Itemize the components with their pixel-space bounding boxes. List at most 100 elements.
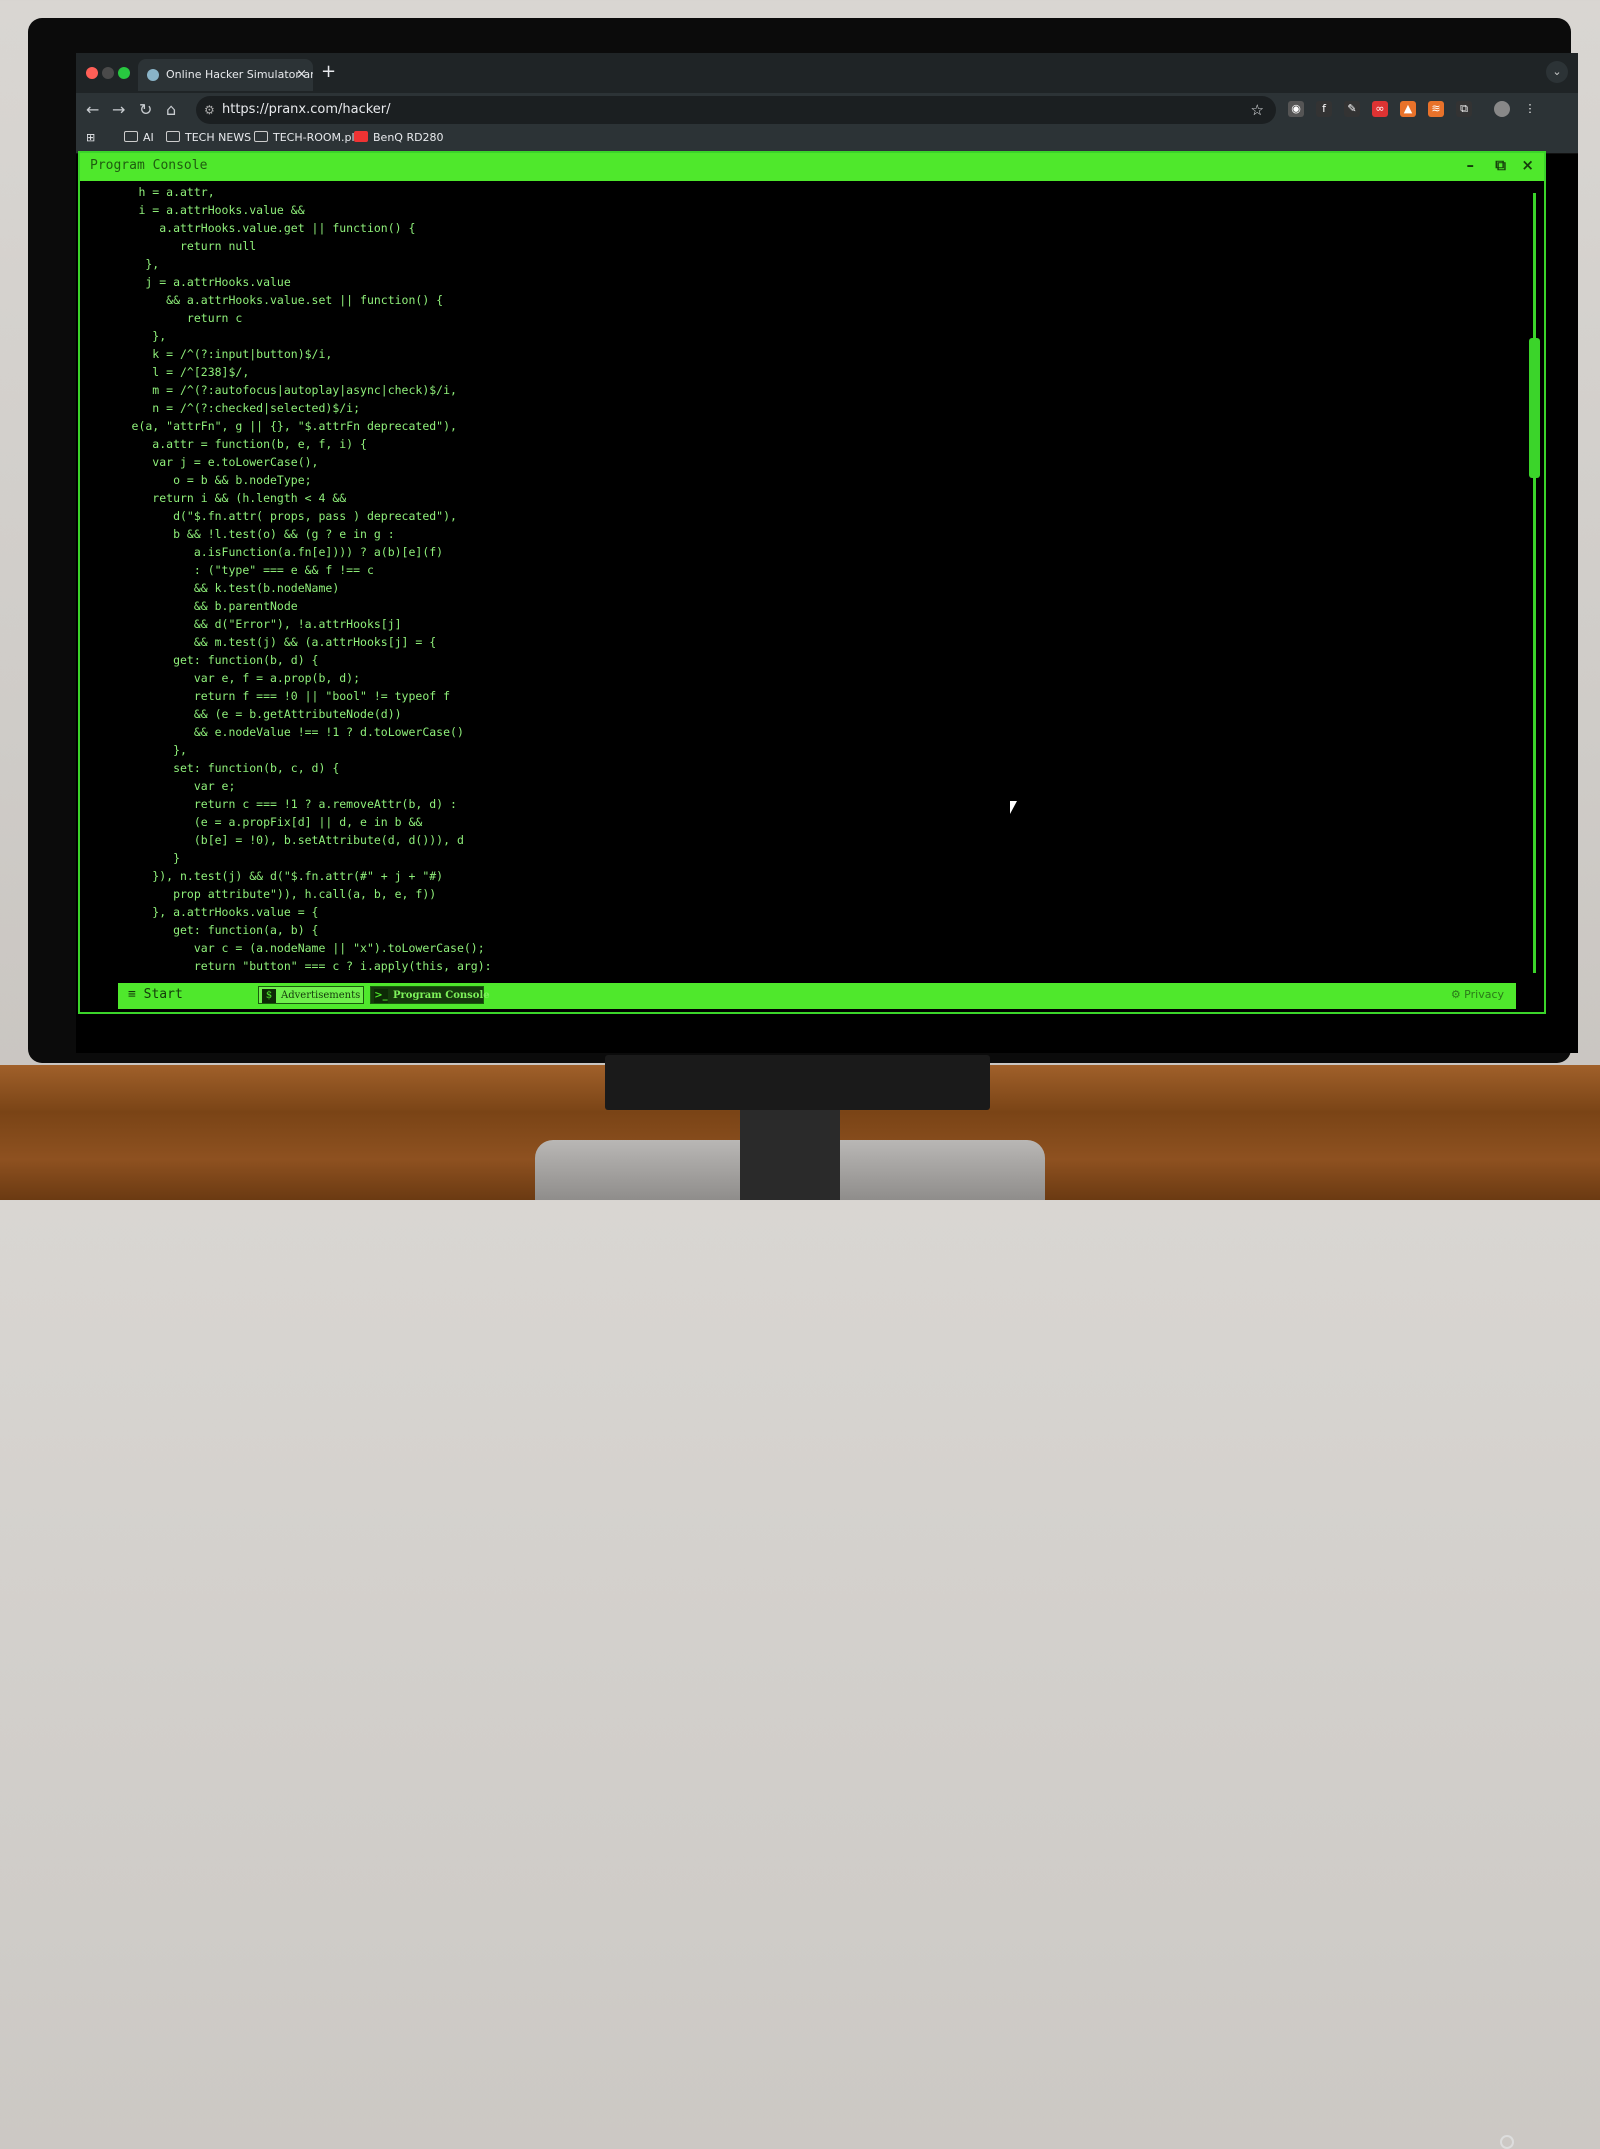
- tab-close-icon[interactable]: ×: [296, 59, 307, 91]
- task-label: Advertisements: [281, 990, 361, 1001]
- code-line: m = /^(?:autofocus|autoplay|async|check)…: [90, 383, 457, 397]
- code-line: },: [90, 257, 160, 271]
- taskbar: ≡ Start $ Advertisements >_ Program Cons…: [118, 983, 1516, 1009]
- browser-toolbar: ← → ↻ ⌂ ⚙ https://pranx.com/hacker/ ☆ ◉ …: [76, 93, 1578, 127]
- program-console-window: Program Console – ⧉ × h = a.attr, i = a.…: [78, 151, 1546, 1014]
- red-extension-icon[interactable]: ∞: [1372, 101, 1388, 117]
- code-line: },: [90, 329, 167, 343]
- browser-tabbar: Online Hacker Simulator and × + ⌄: [76, 53, 1578, 93]
- camera-extension-icon[interactable]: ◉: [1288, 101, 1304, 117]
- eyedropper-extension-icon[interactable]: ✎: [1344, 101, 1360, 117]
- minimize-window-button[interactable]: [102, 67, 114, 79]
- task-program-console[interactable]: >_ Program Console: [370, 986, 490, 1004]
- monitor-stand-hub: [605, 1055, 1514, 2149]
- forward-arrow-icon[interactable]: →: [112, 100, 125, 119]
- code-line: k = /^(?:input|button)$/i,: [90, 347, 333, 361]
- task-advertisements[interactable]: $ Advertisements: [258, 986, 364, 1004]
- code-line: }), n.test(j) && d("$.fn.attr(#" + j + "…: [90, 869, 444, 883]
- bookmark-label: TECH-ROOM.pl: [273, 131, 355, 144]
- code-line: a.isFunction(a.fn[e]))) ? a(b)[e](f): [90, 545, 444, 559]
- bookmark-label: AI: [143, 131, 154, 144]
- tab-title: Online Hacker Simulator and: [166, 68, 313, 81]
- privacy-link[interactable]: ⚙ Privacy: [1451, 988, 1504, 1001]
- scrollbar-thumb[interactable]: [1529, 338, 1540, 478]
- code-line: e(a, "attrFn", g || {}, "$.attrFn deprec…: [90, 419, 457, 433]
- menu-kebab-icon[interactable]: ⋮: [1522, 101, 1538, 117]
- monitor-stand-neck: [740, 1100, 840, 1200]
- code-line: a.attr = function(b, e, f, i) {: [90, 437, 367, 451]
- scrollbar-track[interactable]: [1533, 193, 1536, 973]
- code-line: b && !l.test(o) && (g ? e in g :: [90, 527, 395, 541]
- tab-search-chevron-icon[interactable]: ⌄: [1546, 61, 1568, 83]
- mouse-cursor-icon: [1010, 801, 1017, 814]
- code-line: return null: [90, 239, 257, 253]
- bookmark-benq[interactable]: BenQ RD280: [354, 131, 444, 144]
- code-line: return i && (h.length < 4 &&: [90, 491, 347, 505]
- close-window-button[interactable]: [86, 67, 98, 79]
- code-line: }: [90, 851, 181, 865]
- code-line: get: function(b, d) {: [90, 653, 319, 667]
- code-line: prop attribute")), h.call(a, b, e, f)): [90, 887, 437, 901]
- code-line: (e = a.propFix[d] || d, e in b &&: [90, 815, 423, 829]
- url-text: https://pranx.com/hacker/: [222, 102, 391, 117]
- code-line: l = /^[238]$/,: [90, 365, 250, 379]
- code-line: && k.test(b.nodeName): [90, 581, 340, 595]
- home-icon[interactable]: ⌂: [166, 100, 176, 119]
- bookmark-label: TECH NEWS: [185, 131, 252, 144]
- code-line: j = a.attrHooks.value: [90, 275, 291, 289]
- monitor-bezel: Online Hacker Simulator and × + ⌄ ← → ↻ …: [28, 18, 1578, 1063]
- back-arrow-icon[interactable]: ←: [86, 100, 99, 119]
- folder-icon: [254, 131, 268, 142]
- code-line: return c: [90, 311, 243, 325]
- code-line: a.attrHooks.value.get || function() {: [90, 221, 416, 235]
- address-bar[interactable]: ⚙ https://pranx.com/hacker/ ☆: [196, 96, 1276, 124]
- bookmark-star-icon[interactable]: ☆: [1251, 96, 1264, 124]
- zoom-window-button[interactable]: [118, 67, 130, 79]
- site-settings-icon[interactable]: ⚙: [204, 96, 215, 124]
- code-line: var j = e.toLowerCase(),: [90, 455, 319, 469]
- orange-extension-icon[interactable]: ▲: [1400, 101, 1416, 117]
- code-line: && e.nodeValue !== !1 ? d.toLowerCase(): [90, 725, 464, 739]
- code-line: n = /^(?:checked|selected)$/i;: [90, 401, 361, 415]
- minimize-icon[interactable]: –: [1467, 156, 1475, 174]
- code-line: }, a.attrHooks.value = {: [90, 905, 319, 919]
- apps-grid-icon[interactable]: ⊞: [86, 131, 95, 144]
- console-code-output: h = a.attr, i = a.attrHooks.value && a.a…: [80, 183, 1510, 983]
- code-line: (b[e] = !0), b.setAttribute(d, d())), d: [90, 833, 464, 847]
- code-line: h = a.attr,: [90, 185, 215, 199]
- close-icon[interactable]: ×: [1521, 156, 1534, 174]
- bookmark-tech-news[interactable]: TECH NEWS: [166, 131, 251, 144]
- code-line: : ("type" === e && f !== c: [90, 563, 374, 577]
- code-line: return c === !1 ? a.removeAttr(b, d) :: [90, 797, 457, 811]
- code-line: o = b && b.nodeType;: [90, 473, 312, 487]
- bookmark-tech-room[interactable]: TECH-ROOM.pl: [254, 131, 355, 144]
- start-button[interactable]: ≡ Start: [128, 987, 183, 1002]
- folder-icon: [166, 131, 180, 142]
- bookmark-ai[interactable]: AI: [124, 131, 154, 144]
- new-tab-button[interactable]: +: [321, 61, 336, 82]
- bookmarks-bar: ⊞ AI TECH NEWS TECH-ROOM.pl BenQ RD280: [76, 127, 1578, 154]
- task-label: Program Console: [393, 990, 490, 1001]
- power-icon[interactable]: [1500, 2135, 1514, 2149]
- maximize-icon[interactable]: ⧉: [1495, 156, 1506, 174]
- browser-tab[interactable]: Online Hacker Simulator and ×: [138, 59, 313, 91]
- console-title: Program Console: [90, 158, 208, 173]
- code-line: return "button" === c ? i.apply(this, ar…: [90, 959, 492, 973]
- font-extension-icon[interactable]: f: [1316, 101, 1332, 117]
- code-line: && b.parentNode: [90, 599, 298, 613]
- code-line: return f === !0 || "bool" != typeof f: [90, 689, 451, 703]
- code-line: get: function(a, b) {: [90, 923, 319, 937]
- puzzle-extension-icon[interactable]: ⧉: [1456, 101, 1472, 117]
- code-line: && a.attrHooks.value.set || function() {: [90, 293, 444, 307]
- code-line: set: function(b, c, d) {: [90, 761, 340, 775]
- monitor-screen: Online Hacker Simulator and × + ⌄ ← → ↻ …: [76, 53, 1578, 1053]
- bookmark-label: BenQ RD280: [373, 131, 444, 144]
- code-line: && (e = b.getAttributeNode(d)): [90, 707, 402, 721]
- reload-icon[interactable]: ↻: [139, 100, 152, 119]
- code-line: d("$.fn.attr( props, pass ) deprecated")…: [90, 509, 457, 523]
- dollar-icon: $: [262, 989, 276, 1003]
- rss-extension-icon[interactable]: ≋: [1428, 101, 1444, 117]
- profile-avatar-icon[interactable]: [1494, 101, 1510, 117]
- privacy-label: Privacy: [1464, 988, 1504, 1001]
- console-titlebar[interactable]: Program Console – ⧉ ×: [80, 153, 1544, 181]
